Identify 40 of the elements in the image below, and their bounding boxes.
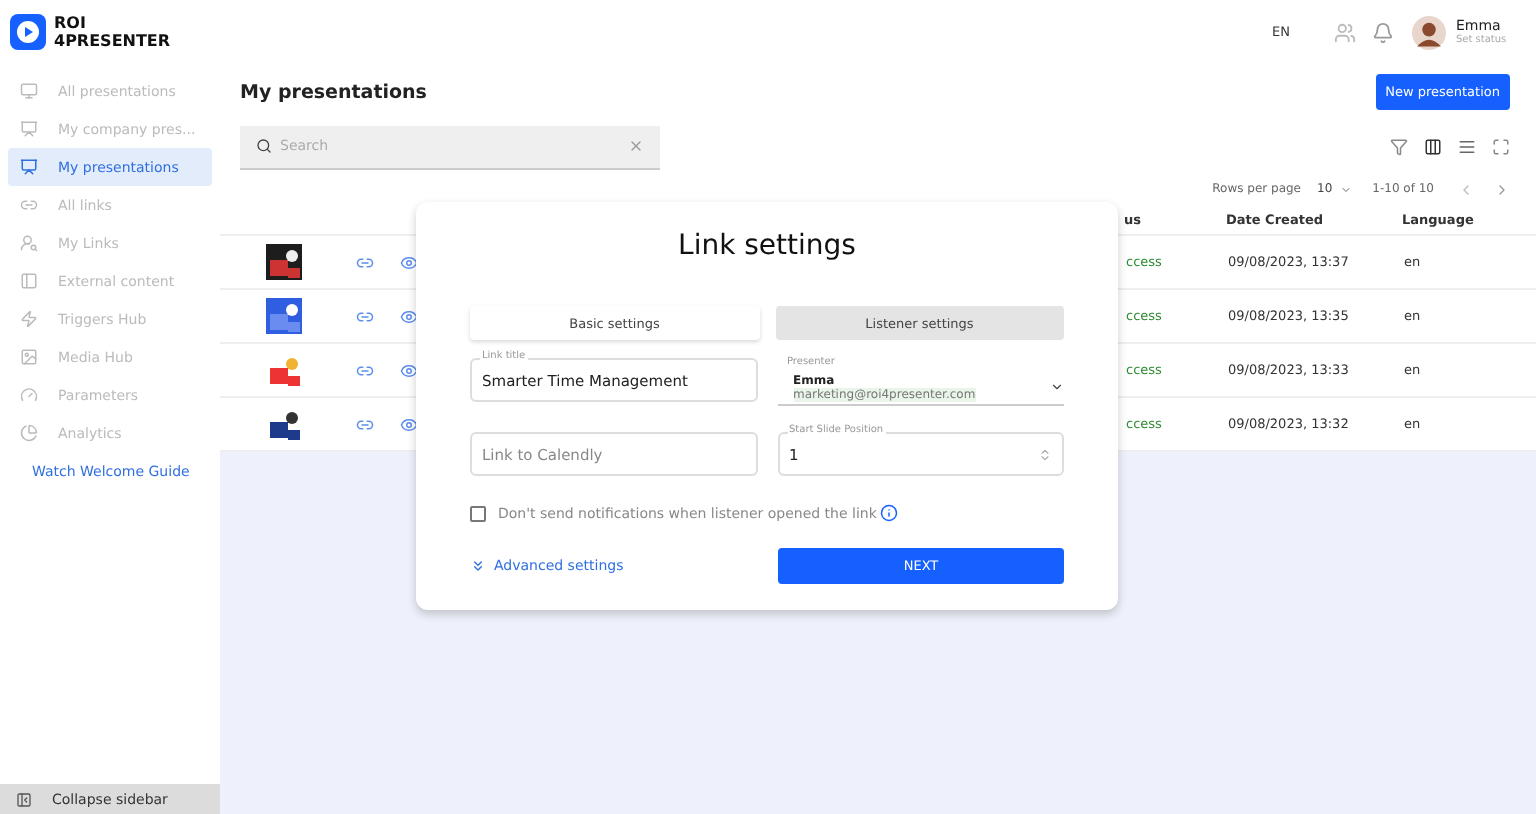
- search-icon: [256, 138, 272, 154]
- nav-icon: [20, 234, 38, 252]
- columns-icon[interactable]: [1424, 138, 1442, 156]
- notify-checkbox[interactable]: [470, 505, 486, 521]
- nav-icon: [20, 386, 38, 404]
- filter-icon[interactable]: [1390, 138, 1408, 156]
- eye-icon[interactable]: [400, 415, 418, 433]
- fullscreen-icon[interactable]: [1492, 138, 1510, 156]
- dialog-title: Link settings: [676, 230, 858, 262]
- link-icon[interactable]: [356, 307, 374, 325]
- nav-icon: [20, 272, 38, 290]
- info-icon[interactable]: [880, 504, 899, 522]
- dropdown-icon: [1050, 380, 1064, 394]
- nav-icon: [20, 348, 38, 366]
- dropdown-icon: [1340, 183, 1353, 195]
- clear-icon[interactable]: [628, 138, 644, 154]
- nav-icon: [20, 196, 38, 214]
- previous-page-icon[interactable]: [1458, 181, 1474, 197]
- nav-icon: [20, 82, 38, 100]
- nav-icon: [20, 120, 38, 138]
- stepper-icon[interactable]: [1038, 447, 1052, 461]
- bell-icon[interactable]: [1372, 21, 1394, 43]
- link-icon[interactable]: [356, 415, 374, 433]
- logo-icon: [10, 14, 46, 50]
- users-icon[interactable]: [1334, 21, 1356, 43]
- nav-icon: [20, 158, 38, 176]
- logo-text: ROI 4PRESENTER: [54, 14, 171, 50]
- page-title: My presentations: [240, 81, 427, 103]
- nav-icon: [20, 310, 38, 328]
- density-icon[interactable]: [1458, 138, 1476, 156]
- next-page-icon[interactable]: [1494, 181, 1510, 197]
- eye-icon[interactable]: [400, 253, 418, 271]
- chevrons-down-icon: [470, 558, 486, 574]
- link-icon[interactable]: [356, 361, 374, 379]
- nav-icon: [20, 424, 38, 442]
- eye-icon[interactable]: [400, 307, 418, 325]
- eye-icon[interactable]: [400, 361, 418, 379]
- collapse-icon: [16, 791, 32, 807]
- link-icon[interactable]: [356, 253, 374, 271]
- avatar[interactable]: [1412, 15, 1446, 49]
